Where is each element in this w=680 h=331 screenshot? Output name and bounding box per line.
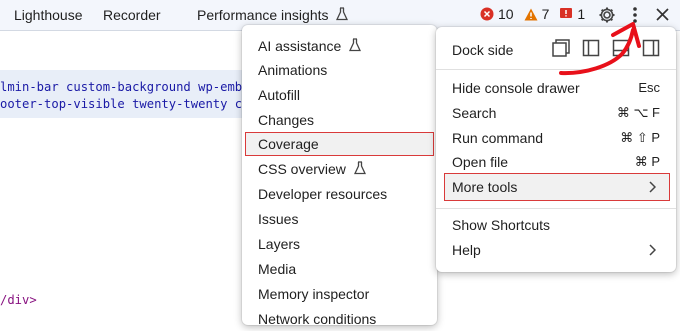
menu-item-label: Show Shortcuts: [452, 217, 551, 233]
menu-item-label: Help: [452, 242, 481, 258]
menu-item-layers[interactable]: Layers: [242, 232, 437, 256]
menu-item-memory-inspector[interactable]: Memory inspector: [242, 282, 437, 306]
tab-recorder[interactable]: Recorder: [103, 7, 161, 23]
menu-item-developer-resources[interactable]: Developer resources: [242, 182, 437, 206]
experiment-flask-icon: [336, 7, 349, 21]
menu-separator: [436, 208, 676, 209]
menu-item-show-shortcuts[interactable]: Show Shortcuts: [436, 213, 676, 237]
menu-item-label: Memory inspector: [258, 286, 370, 302]
chevron-right-icon: [649, 244, 656, 256]
menu-item-label: Coverage: [258, 136, 319, 152]
menu-item-autofill[interactable]: Autofill: [242, 83, 437, 107]
code-line-1: lmin-bar custom-background wp-embed-: [0, 80, 265, 94]
menu-item-more-tools[interactable]: More tools: [436, 175, 676, 199]
shortcut-label: ⌘ ⇧ P: [620, 130, 660, 145]
close-icon[interactable]: [656, 8, 669, 21]
warning-icon: [524, 8, 538, 20]
menu-item-issues[interactable]: Issues: [242, 207, 437, 231]
menu-item-label: AI assistance: [258, 38, 342, 54]
menu-item-open-file[interactable]: Open file ⌘ P: [436, 150, 676, 174]
menu-item-run-command[interactable]: Run command ⌘ ⇧ P: [436, 126, 676, 150]
menu-item-network-conditions[interactable]: Network conditions: [242, 307, 437, 331]
chevron-right-icon: [649, 181, 656, 193]
warning-count-badge: 7: [524, 6, 550, 22]
menu-item-label: Open file: [452, 154, 509, 170]
shortcut-label: ⌘ P: [634, 154, 660, 169]
menu-item-media[interactable]: Media: [242, 257, 437, 281]
menu-item-label: Developer resources: [258, 186, 388, 202]
menu-item-label: Layers: [258, 236, 301, 252]
dock-side-label: Dock side: [452, 42, 514, 58]
shortcut-label: ⌘ ⌥ F: [616, 105, 660, 120]
tab-performance-insights[interactable]: Performance insights: [197, 7, 349, 23]
warning-count: 7: [541, 6, 550, 22]
menu-item-css-overview[interactable]: CSS overview: [242, 157, 437, 181]
experiment-flask-icon: [353, 161, 366, 175]
code-line-2: ooter-top-visible twenty-twenty cust: [0, 97, 265, 111]
menu-item-label: Issues: [258, 211, 299, 227]
menu-item-help[interactable]: Help: [436, 238, 676, 262]
menu-item-changes[interactable]: Changes: [242, 108, 437, 132]
menu-item-label: Changes: [258, 112, 315, 128]
annotation-arrow-icon: [559, 22, 641, 76]
menu-item-label: CSS overview: [258, 161, 346, 177]
menu-item-label: Autofill: [258, 87, 301, 103]
menu-item-label: More tools: [452, 179, 518, 195]
menu-item-label: Media: [258, 261, 297, 277]
menu-item-label: Run command: [452, 130, 544, 146]
error-count-badge: 10: [480, 6, 514, 22]
menu-item-search[interactable]: Search ⌘ ⌥ F: [436, 101, 676, 125]
menu-item-label: Search: [452, 105, 497, 121]
more-tools-submenu: AI assistance Animations Autofill Change…: [242, 25, 437, 327]
menu-item-label: Animations: [258, 62, 328, 78]
experiment-flask-icon: [349, 38, 362, 52]
menu-item-coverage[interactable]: Coverage: [242, 132, 437, 156]
menu-item-label: Network conditions: [258, 311, 377, 327]
menu-item-ai-assistance[interactable]: AI assistance: [242, 34, 437, 58]
code-closing-tag: /div>: [0, 293, 37, 307]
tab-performance-insights-label: Performance insights: [197, 7, 329, 23]
error-icon: [480, 7, 494, 21]
error-count: 10: [498, 6, 514, 22]
menu-item-animations[interactable]: Animations: [242, 58, 437, 82]
tab-lighthouse[interactable]: Lighthouse: [14, 7, 83, 23]
